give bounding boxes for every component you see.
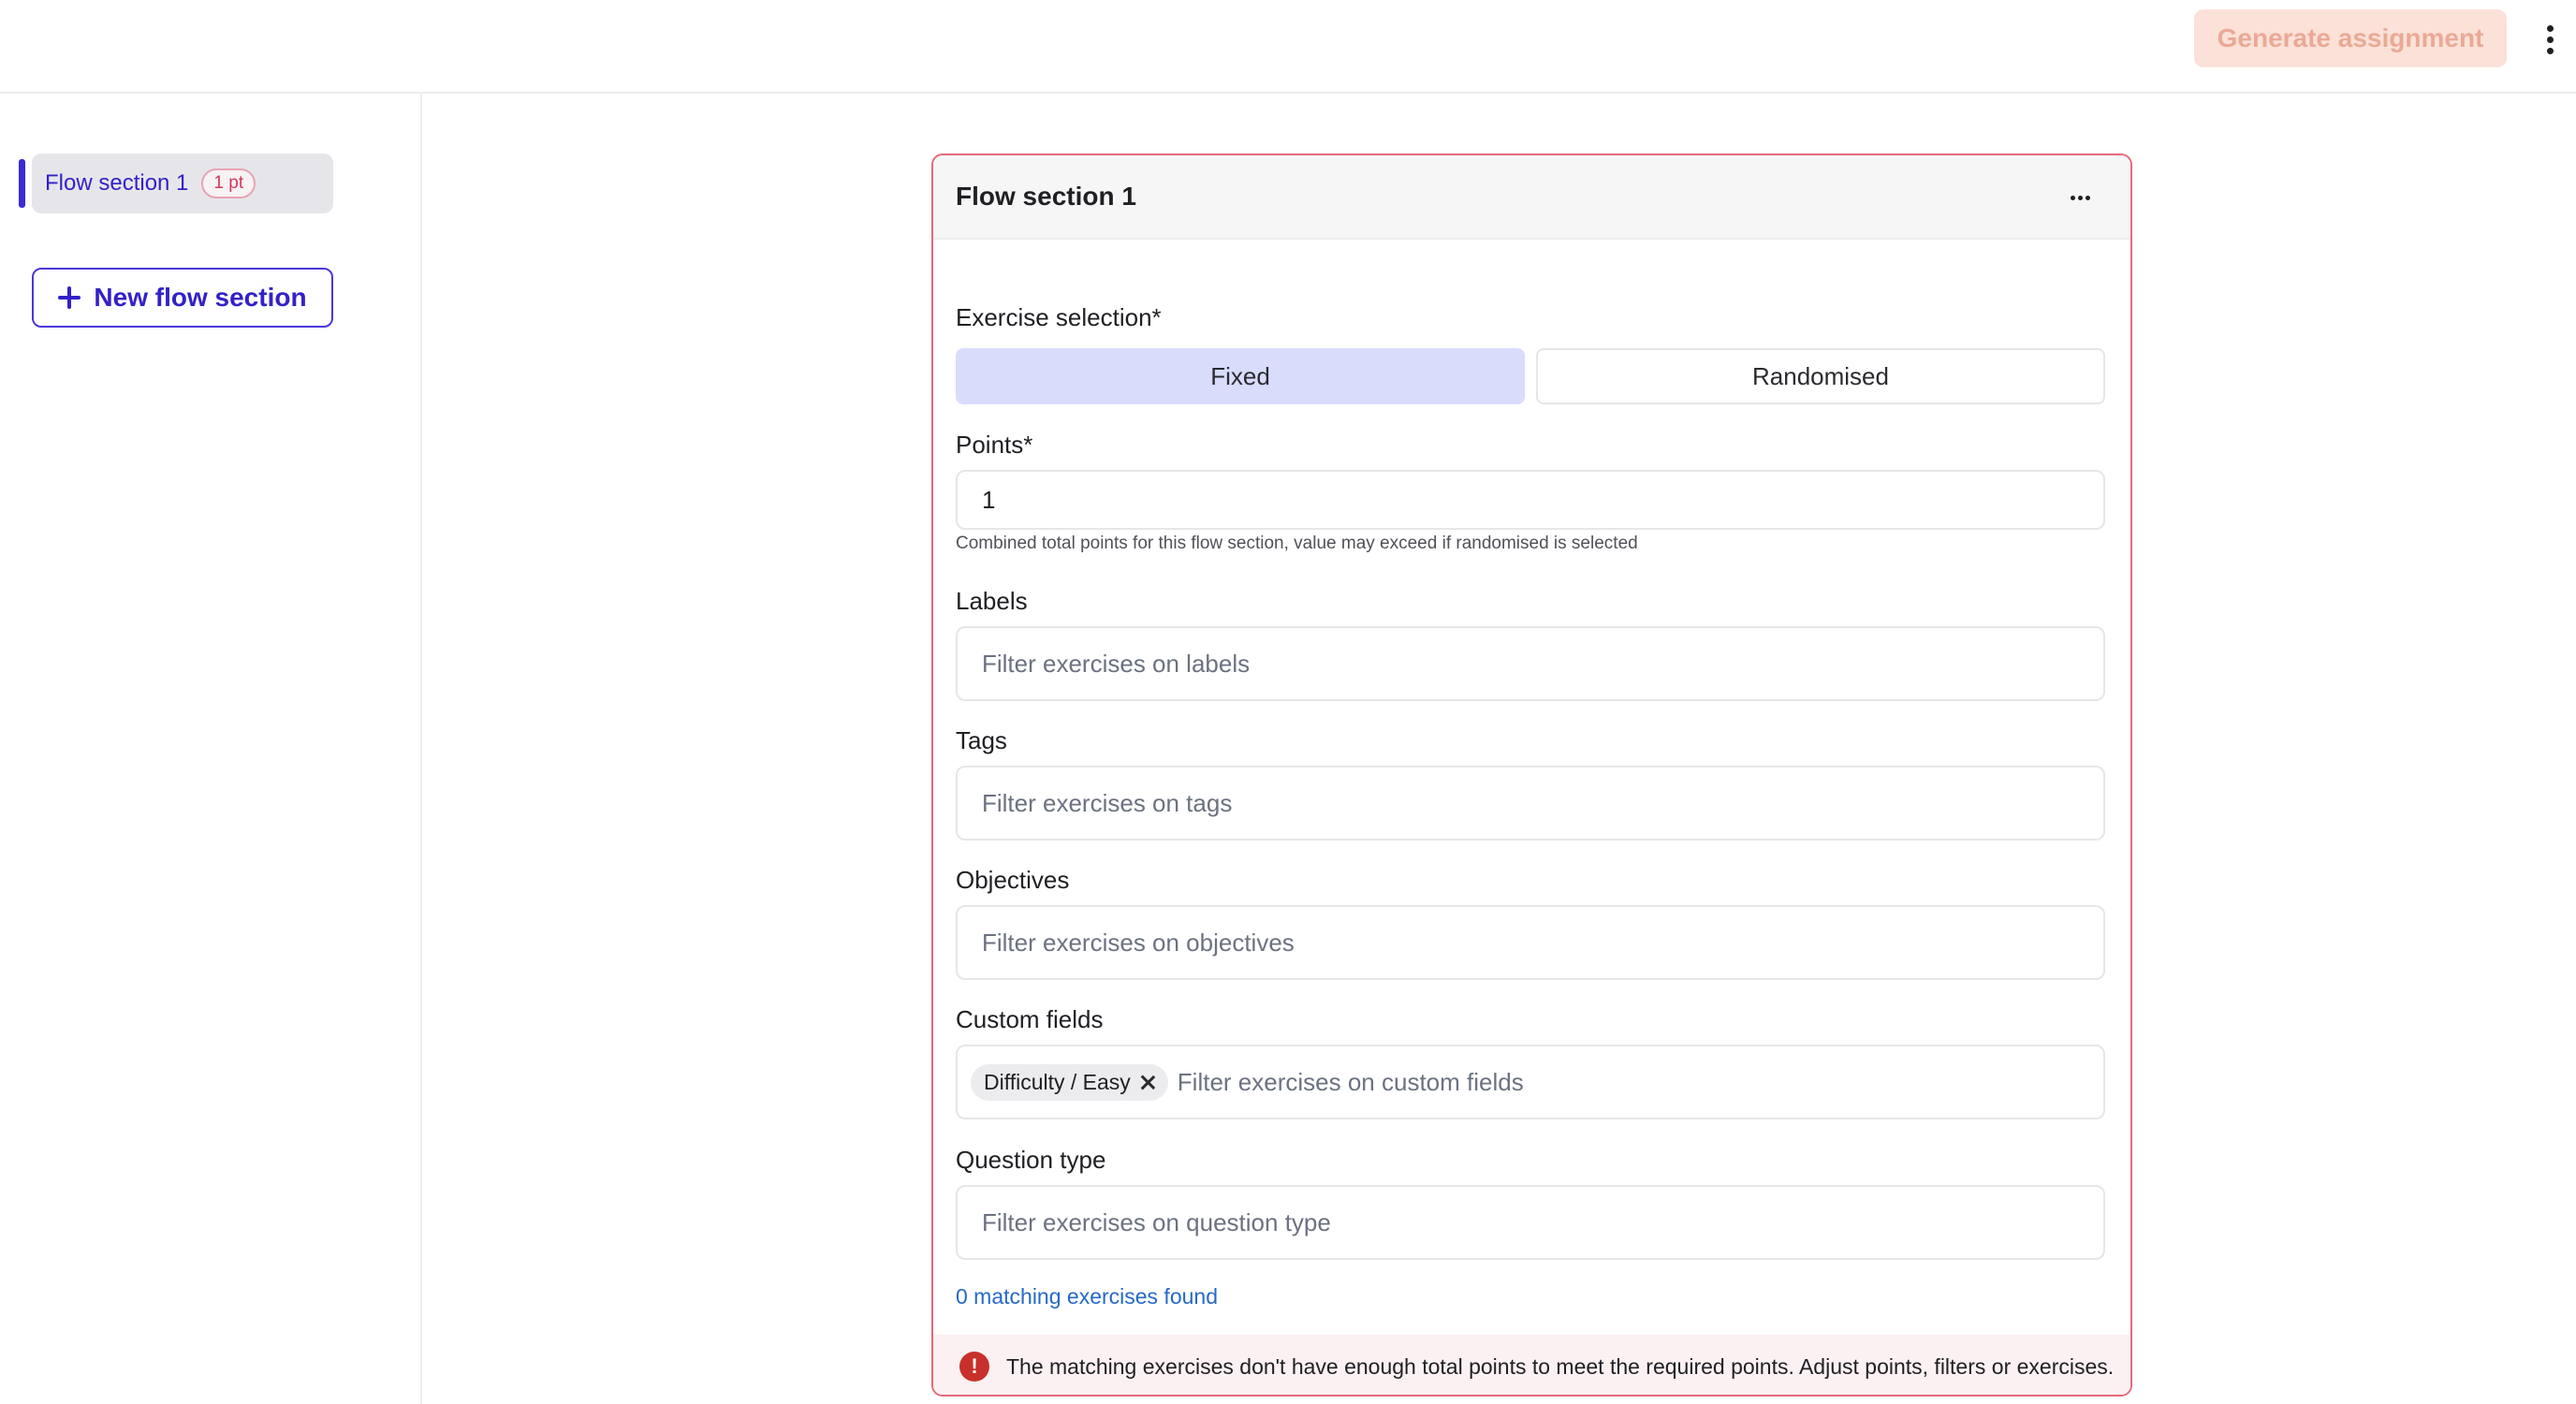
new-flow-section-label: New flow section (94, 283, 307, 312)
active-item-indicator (19, 159, 25, 208)
objectives-input[interactable]: Filter exercises on objectives (956, 905, 2105, 980)
error-icon: ! (959, 1352, 989, 1382)
custom-fields-placeholder: Filter exercises on custom fields (1177, 1067, 1524, 1096)
fixed-option[interactable]: Fixed (956, 348, 1525, 404)
chip-label: Difficulty / Easy (984, 1069, 1131, 1094)
exercise-selection-label: Exercise selection* (956, 303, 1162, 331)
custom-fields-input[interactable]: Difficulty / Easy Filter exercises on cu… (956, 1045, 2105, 1119)
labels-label: Labels (956, 587, 1028, 615)
more-options-icon[interactable] (2533, 19, 2567, 60)
points-badge: 1 pt (201, 168, 256, 198)
filter-chip: Difficulty / Easy (971, 1063, 1168, 1101)
objectives-label: Objectives (956, 866, 1070, 894)
error-banner: ! The matching exercises don't have enou… (933, 1335, 2130, 1395)
error-message: The matching exercises don't have enough… (1006, 1353, 2115, 1379)
generate-assignment-button[interactable]: Generate assignment (2194, 9, 2507, 67)
plus-icon (58, 286, 81, 309)
flow-section-card: Flow section 1 Exercise selection* Fixed… (931, 154, 2132, 1397)
sidebar-item-flow-section-1[interactable]: Flow section 1 1 pt (32, 154, 333, 213)
points-label: Points* (956, 431, 1033, 459)
section-menu-icon[interactable] (2066, 183, 2094, 212)
question-type-label: Question type (956, 1146, 1106, 1174)
card-header: Flow section 1 (933, 155, 2130, 240)
tags-input[interactable]: Filter exercises on tags (956, 766, 2105, 841)
top-bar: Generate assignment (0, 0, 2576, 94)
points-input[interactable]: 1 (956, 470, 2105, 530)
sidebar-item-label: Flow section 1 (45, 170, 189, 196)
matching-exercises-link[interactable]: 0 matching exercises found (956, 1284, 1218, 1309)
new-flow-section-button[interactable]: New flow section (32, 268, 333, 328)
tags-label: Tags (956, 726, 1007, 754)
points-hint: Combined total points for this flow sect… (956, 534, 1638, 553)
labels-input[interactable]: Filter exercises on labels (956, 626, 2105, 701)
question-type-input[interactable]: Filter exercises on question type (956, 1185, 2105, 1260)
custom-fields-label: Custom fields (956, 1005, 1104, 1033)
close-icon[interactable] (1140, 1075, 1155, 1090)
card-title: Flow section 1 (956, 182, 1136, 211)
randomised-option[interactable]: Randomised (1536, 348, 2105, 404)
